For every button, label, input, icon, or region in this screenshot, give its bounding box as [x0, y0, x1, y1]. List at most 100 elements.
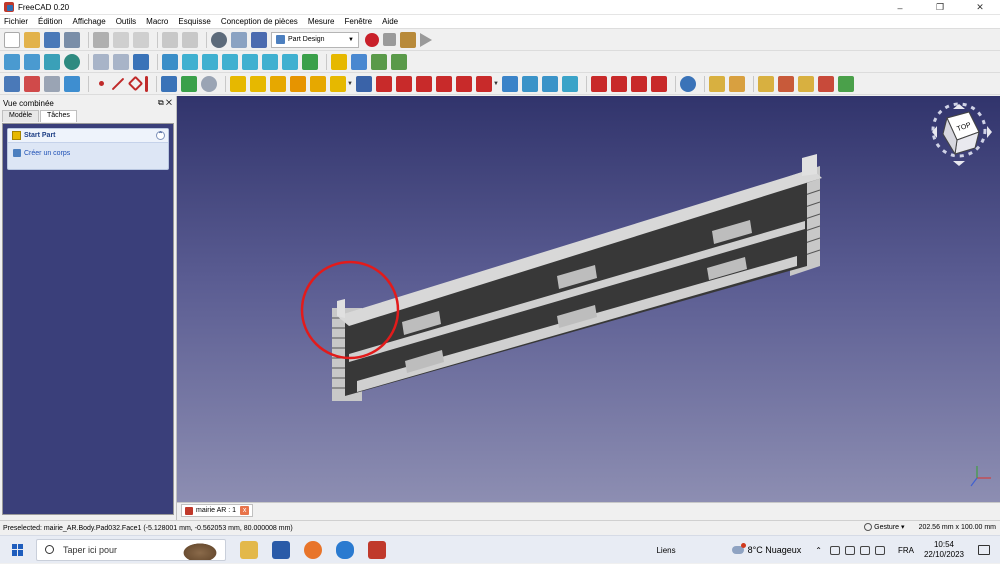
sketch-tool-3-icon[interactable]: [757, 75, 774, 92]
refresh-icon[interactable]: [211, 31, 227, 48]
new-document-icon[interactable]: [4, 31, 20, 48]
subtractive-loft-icon[interactable]: [415, 75, 432, 92]
menu-tools[interactable]: Outils: [116, 17, 136, 26]
multitransform-icon[interactable]: [561, 75, 578, 92]
menu-edit[interactable]: Édition: [38, 17, 62, 26]
additive-primitive-icon[interactable]: [330, 75, 346, 92]
back-arrow-icon[interactable]: [93, 53, 109, 70]
draft-icon[interactable]: [630, 75, 647, 92]
taskbox-header[interactable]: Start Part ⌃: [8, 129, 168, 143]
run-macro-icon[interactable]: [420, 32, 432, 47]
part-icon[interactable]: [331, 53, 347, 70]
additive-loft-icon[interactable]: [270, 75, 286, 92]
thickness-icon[interactable]: [650, 75, 667, 92]
navigation-cube[interactable]: TOP: [931, 102, 992, 166]
file-explorer-icon[interactable]: [240, 540, 258, 559]
link-icon[interactable]: [371, 53, 387, 70]
taskbar-search-box[interactable]: Taper ici pour: [36, 538, 226, 561]
fit-selection-icon[interactable]: [24, 53, 40, 70]
show-hidden-icons-icon[interactable]: ⌃: [815, 546, 822, 555]
group-icon[interactable]: [351, 53, 367, 70]
menu-measure[interactable]: Mesure: [308, 17, 335, 26]
navigation-style-selector[interactable]: Gesture ▾: [864, 523, 905, 531]
boolean-icon[interactable]: [679, 75, 696, 92]
mirrored-icon[interactable]: [501, 75, 518, 92]
freecad-taskbar-icon[interactable]: [368, 540, 386, 559]
paste-icon[interactable]: [133, 31, 149, 48]
bracket-model[interactable]: [332, 154, 822, 401]
menu-sketch[interactable]: Esquisse: [178, 17, 210, 26]
chamfer-icon[interactable]: [610, 75, 627, 92]
pocket-icon[interactable]: [355, 75, 372, 92]
create-body-link[interactable]: Créer un corps: [8, 143, 168, 157]
subtractive-helix-icon[interactable]: [455, 75, 472, 92]
tab-model[interactable]: Modèle: [2, 110, 39, 122]
record-macro-icon[interactable]: [365, 32, 379, 47]
forward-arrow-icon[interactable]: [113, 53, 129, 70]
create-sketch-icon[interactable]: [24, 75, 40, 92]
polar-pattern-icon[interactable]: [541, 75, 558, 92]
language-indicator[interactable]: FRA: [898, 546, 914, 555]
model-render[interactable]: TOP: [177, 96, 1000, 502]
firefox-icon[interactable]: [304, 540, 322, 559]
maximize-button[interactable]: ❐: [920, 0, 960, 15]
nav-down-arrow-icon[interactable]: [953, 161, 965, 166]
draw-style-icon[interactable]: [44, 53, 60, 70]
sketch-tool-2-icon[interactable]: [728, 75, 745, 92]
chevron-down-icon[interactable]: ▼: [347, 81, 353, 87]
subshape-binder-icon[interactable]: [181, 75, 197, 92]
close-button[interactable]: ✕: [960, 0, 1000, 15]
panel-header-buttons[interactable]: ⧉ ✕: [158, 98, 172, 108]
subtractive-primitive-icon[interactable]: [475, 75, 492, 92]
pad-icon[interactable]: [230, 75, 246, 92]
validate-sketch-icon[interactable]: [44, 75, 60, 92]
datum-plane-icon[interactable]: [127, 75, 144, 92]
additive-pipe-icon[interactable]: [290, 75, 306, 92]
menu-view[interactable]: Affichage: [72, 17, 105, 26]
weather-widget[interactable]: 8°C Nuageux: [731, 543, 801, 555]
copy-icon[interactable]: [113, 31, 129, 48]
cut-icon[interactable]: [93, 31, 109, 48]
notification-icon[interactable]: [978, 545, 990, 555]
sketch-tool-5-icon[interactable]: [797, 75, 814, 92]
linear-pattern-icon[interactable]: [521, 75, 538, 92]
datum-point-icon[interactable]: [99, 81, 104, 86]
fillet-icon[interactable]: [590, 75, 607, 92]
recompute-icon[interactable]: [231, 31, 247, 48]
additive-helix-icon[interactable]: [310, 75, 326, 92]
link-actions-icon[interactable]: [391, 53, 407, 70]
network-icon[interactable]: [829, 545, 840, 555]
redo-icon[interactable]: [182, 31, 198, 48]
sketch-tool-7-icon[interactable]: [837, 75, 854, 92]
bounding-box-icon[interactable]: [64, 53, 80, 70]
revolution-icon[interactable]: [250, 75, 266, 92]
menu-part-design[interactable]: Conception de pièces: [221, 17, 298, 26]
menu-macro[interactable]: Macro: [146, 17, 168, 26]
menu-help[interactable]: Aide: [382, 17, 398, 26]
sketch-tool-1-icon[interactable]: [708, 75, 725, 92]
rear-view-icon[interactable]: [242, 53, 258, 70]
save-icon[interactable]: [44, 31, 60, 48]
volume-icon[interactable]: [874, 545, 885, 555]
groove-icon[interactable]: [395, 75, 412, 92]
top-view-icon[interactable]: [202, 53, 218, 70]
sketch-tool-6-icon[interactable]: [817, 75, 834, 92]
isometric-view-icon[interactable]: [162, 53, 178, 70]
menu-file[interactable]: Fichier: [4, 17, 28, 26]
map-sketch-icon[interactable]: [64, 75, 80, 92]
nav-right-arrow-icon[interactable]: [987, 126, 992, 138]
menu-window[interactable]: Fenêtre: [345, 17, 373, 26]
minimize-button[interactable]: –: [880, 0, 920, 15]
wifi-icon[interactable]: [859, 545, 870, 555]
hole-icon[interactable]: [375, 75, 392, 92]
clock[interactable]: 10:54 22/10/2023: [924, 540, 964, 560]
windows-start-icon[interactable]: [12, 543, 24, 556]
edit-macro-icon[interactable]: [400, 31, 416, 48]
clone-icon[interactable]: [201, 75, 217, 92]
datum-line-icon[interactable]: [111, 77, 125, 90]
chevron-down-icon[interactable]: ▼: [493, 81, 499, 87]
stop-macro-icon[interactable]: [383, 33, 396, 46]
onedrive-icon[interactable]: [336, 540, 354, 559]
left-view-icon[interactable]: [282, 53, 298, 70]
open-folder-icon[interactable]: [24, 31, 40, 48]
